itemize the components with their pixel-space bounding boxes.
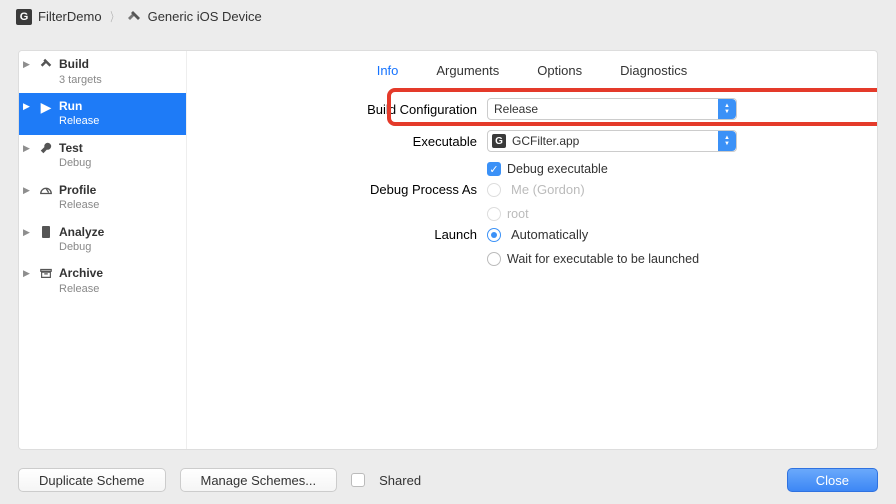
disclosure-triangle-icon[interactable]: ▶ [23,227,33,238]
sidebar-item-build[interactable]: ▶ Build 3 targets [19,51,186,93]
chevron-right-icon: 〉 [110,8,117,25]
sidebar-item-analyze[interactable]: ▶ Analyze Debug [19,219,186,261]
sidebar-item-label: Analyze [59,225,104,241]
sidebar-item-label: Archive [59,266,103,282]
tab-arguments[interactable]: Arguments [436,63,499,78]
project-icon: G [16,9,32,25]
sidebar: ▶ Build 3 targets ▶ ▶ Run Release ▶ Test… [19,51,187,449]
row-debug-process: Debug Process As Me (Gordon) [217,182,847,197]
updown-arrows-icon: ▲▼ [718,99,736,119]
checkbox-debug-executable[interactable]: ✓ [487,162,501,176]
sidebar-item-sublabel: Release [59,114,99,128]
breadcrumb-project[interactable]: FilterDemo [38,9,102,24]
duplicate-scheme-button[interactable]: Duplicate Scheme [18,468,166,492]
tab-info[interactable]: Info [377,63,399,78]
select-value: Release [488,102,718,116]
sidebar-item-label: Test [59,141,91,157]
checkbox-shared[interactable] [351,473,365,487]
sidebar-item-profile[interactable]: ▶ Profile Release [19,177,186,219]
tab-bar: Info Arguments Options Diagnostics [187,63,877,88]
radio-wait[interactable] [487,252,501,266]
row-build-config: Build Configuration Release ▲▼ [217,98,847,120]
disclosure-triangle-icon[interactable]: ▶ [23,143,33,154]
select-build-config[interactable]: Release ▲▼ [487,98,737,120]
tab-options[interactable]: Options [537,63,582,78]
row-launch: Launch Automatically [217,227,847,242]
disclosure-triangle-icon[interactable]: ▶ [23,101,33,112]
gauge-icon [37,183,55,200]
sidebar-item-archive[interactable]: ▶ Archive Release [19,260,186,302]
breadcrumb-target[interactable]: Generic iOS Device [148,9,262,24]
label-launch: Launch [217,227,477,242]
label-root: root [507,207,529,221]
label-automatically: Automatically [511,227,588,242]
label-build-config: Build Configuration [217,102,477,117]
label-debug-executable: Debug executable [507,162,608,176]
analyze-icon [37,225,55,242]
label-shared: Shared [379,473,421,488]
hammer-ruler-icon [126,9,142,25]
app-icon: G [492,134,506,148]
select-executable[interactable]: G GCFilter.app ▲▼ [487,130,737,152]
label-debug-process: Debug Process As [217,182,477,197]
radio-root [487,207,501,221]
row-executable: Executable G GCFilter.app ▲▼ [217,130,847,152]
main-panel: Info Arguments Options Diagnostics Build… [187,51,877,449]
wrench-icon [37,141,55,158]
sidebar-item-test[interactable]: ▶ Test Debug [19,135,186,177]
hammer-icon [37,57,55,74]
close-button[interactable]: Close [787,468,878,492]
disclosure-triangle-icon[interactable]: ▶ [23,268,33,279]
radio-me [487,183,501,197]
radio-automatically[interactable] [487,228,501,242]
sidebar-item-sublabel: Release [59,282,103,296]
updown-arrows-icon: ▲▼ [718,131,736,151]
manage-schemes-button[interactable]: Manage Schemes... [180,468,338,492]
footer: Duplicate Scheme Manage Schemes... Share… [18,468,878,492]
breadcrumb: G FilterDemo 〉 Generic iOS Device [0,0,896,33]
disclosure-triangle-icon[interactable]: ▶ [23,185,33,196]
label-me: Me (Gordon) [511,182,585,197]
info-form: Build Configuration Release ▲▼ Executabl… [187,88,877,282]
scheme-editor-panel: ▶ Build 3 targets ▶ ▶ Run Release ▶ Test… [18,50,878,450]
select-value: GCFilter.app [506,134,718,148]
sidebar-item-sublabel: Debug [59,240,104,254]
sidebar-item-label: Build [59,57,102,73]
row-debug-exec: ✓ Debug executable [487,162,847,176]
archive-icon [37,266,55,283]
sidebar-item-run[interactable]: ▶ ▶ Run Release [19,93,186,135]
sidebar-item-sublabel: 3 targets [59,73,102,87]
sidebar-item-label: Run [59,99,99,115]
label-executable: Executable [217,134,477,149]
sidebar-item-label: Profile [59,183,99,199]
sidebar-item-sublabel: Debug [59,156,91,170]
tab-diagnostics[interactable]: Diagnostics [620,63,687,78]
row-wait: Wait for executable to be launched [487,252,847,266]
sidebar-item-sublabel: Release [59,198,99,212]
play-icon: ▶ [37,99,55,116]
row-root: root [487,207,847,221]
disclosure-triangle-icon[interactable]: ▶ [23,59,33,70]
label-wait: Wait for executable to be launched [507,252,699,266]
